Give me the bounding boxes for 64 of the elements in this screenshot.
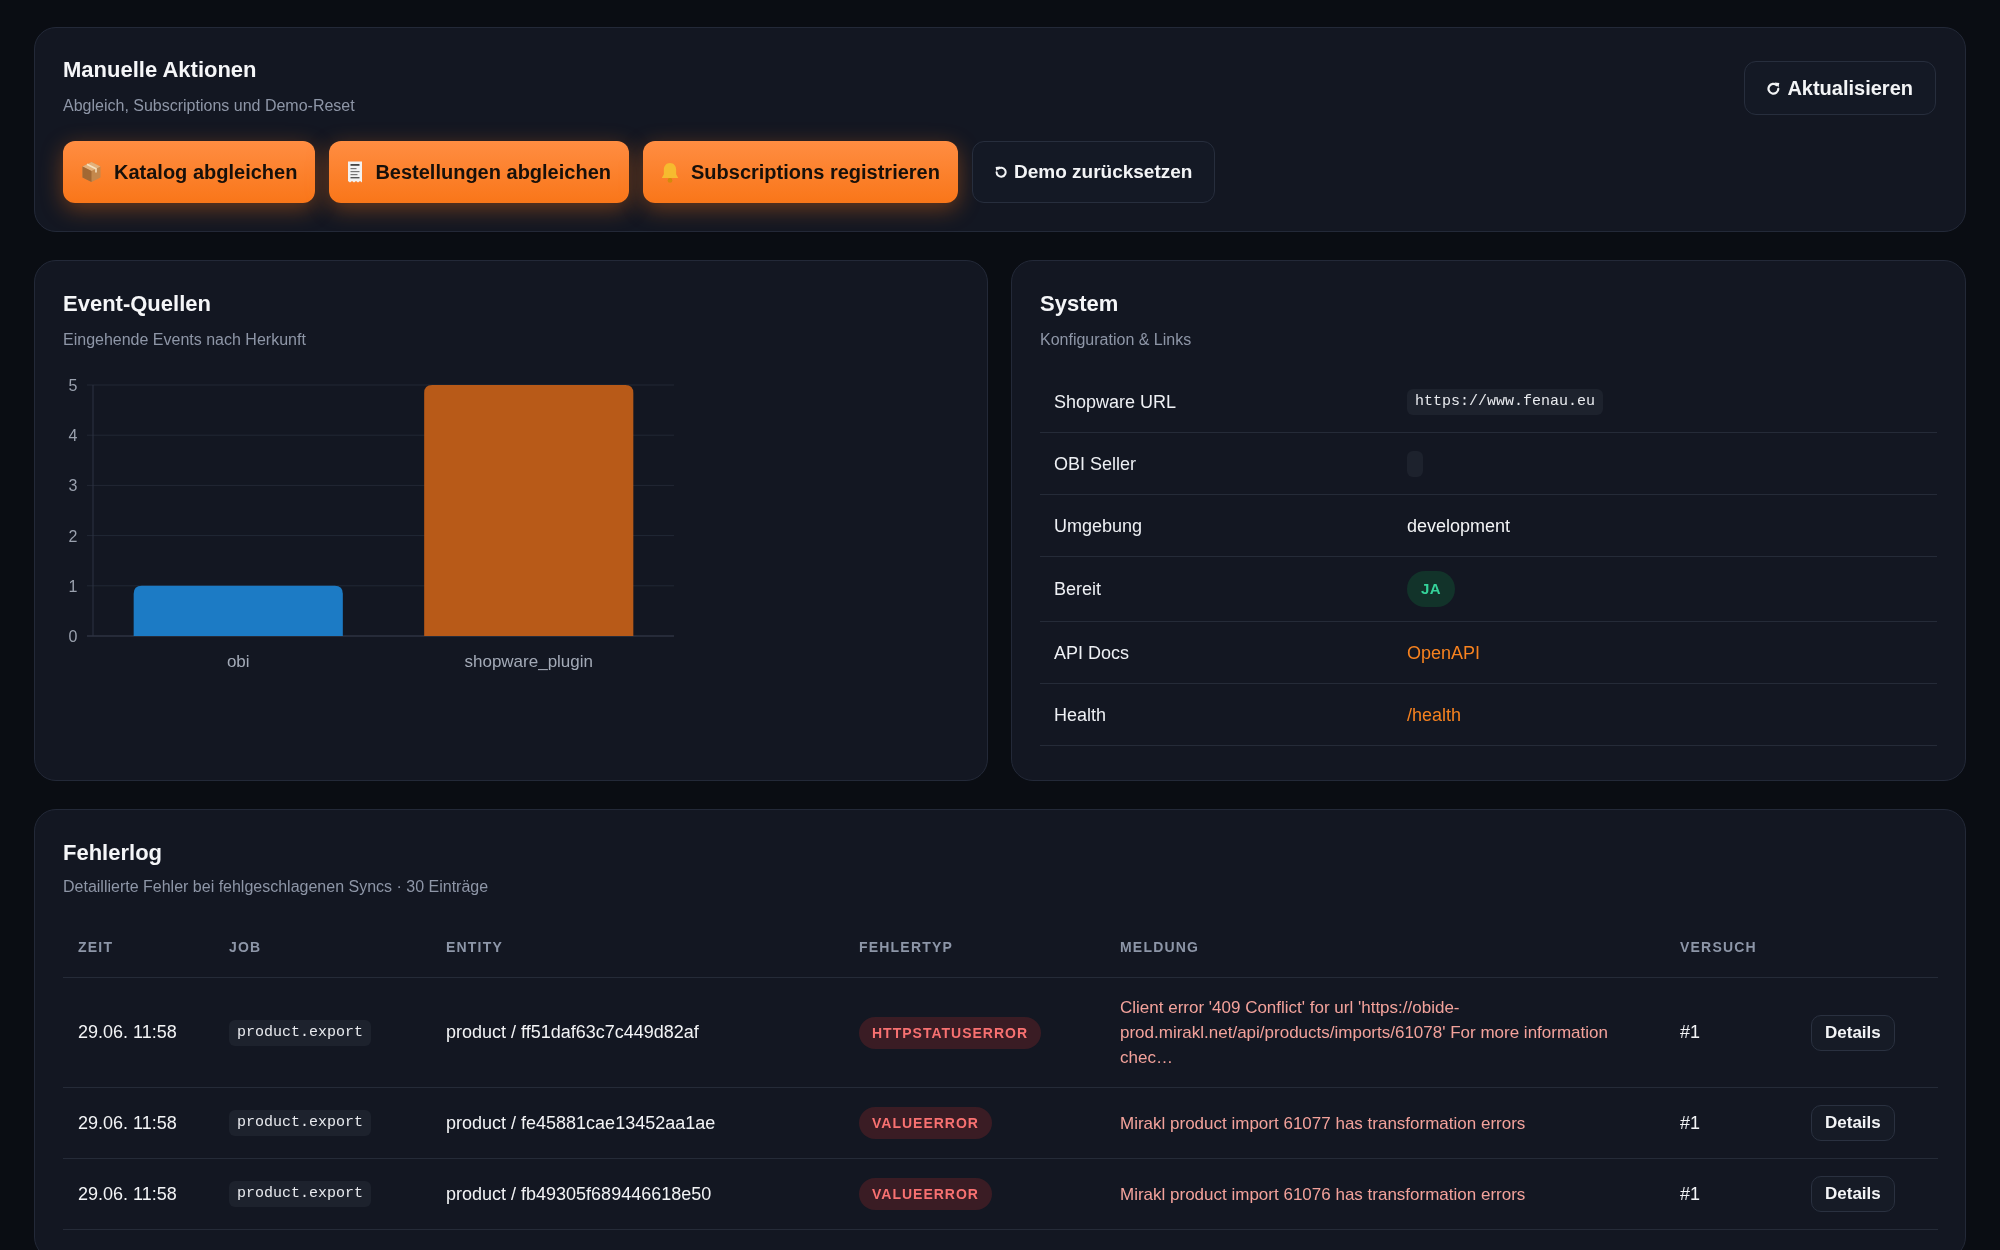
- error-type-badge: VALUEERROR: [859, 1107, 992, 1139]
- field-label: API Docs: [1054, 642, 1130, 663]
- orders-sync-button[interactable]: Bestellungen abgleichen: [329, 141, 629, 203]
- card-subtitle: Abgleich, Subscriptions und Demo-Reset: [63, 96, 355, 116]
- y-tick-label: 2: [68, 527, 78, 545]
- x-axis-label: obi: [226, 652, 250, 671]
- error-message: Client error '409 Conflict' for url 'https://obide-prod.mirakl.net/api/products/imports/61078' For more information chec…: [1120, 997, 1609, 1069]
- y-tick-label: 4: [68, 427, 78, 445]
- x-axis-label: shopware_plugin: [464, 652, 593, 671]
- field-label: Shopware URL: [1054, 391, 1177, 412]
- column-header: JOB: [229, 939, 262, 955]
- column-header: ENTITY: [446, 939, 503, 955]
- timestamp-text: 29.06. 11:58: [78, 1022, 177, 1042]
- y-tick-label: 1: [68, 577, 78, 595]
- demo-reset-button[interactable]: Demo zurücksetzen: [971, 141, 1216, 203]
- box-icon: [81, 161, 102, 183]
- card-subtitle: Detaillierte Fehler bei fehlgeschlagenen Syncs · 30 Einträge: [63, 877, 489, 897]
- refresh-button[interactable]: Aktualisieren: [1744, 61, 1936, 115]
- y-tick-label: 3: [68, 477, 78, 495]
- details-button[interactable]: Details: [1811, 1105, 1895, 1141]
- link[interactable]: /health: [1407, 704, 1462, 725]
- field-value: development: [1407, 515, 1511, 536]
- timestamp-text: 29.06. 11:58: [78, 1183, 177, 1204]
- link[interactable]: OpenAPI: [1407, 642, 1481, 663]
- error-type-badge: HTTPSTATUSERROR: [859, 1016, 1042, 1049]
- column-header: ZEIT: [78, 939, 114, 955]
- card-title: Manuelle Aktionen: [63, 56, 257, 84]
- field-label: OBI Seller: [1054, 453, 1137, 474]
- code-value: https://www.fenau.eu: [1407, 388, 1604, 415]
- job-code: product.export: [229, 1181, 372, 1207]
- entity-text: product / fb49305f689446618e50: [446, 1183, 712, 1204]
- receipt-icon: [347, 161, 364, 183]
- job-code: product.export: [229, 1019, 372, 1046]
- card-subtitle: Konfiguration & Links: [1040, 330, 1192, 350]
- field-label: Umgebung: [1054, 515, 1143, 536]
- column-header: MELDUNG: [1120, 939, 1200, 955]
- timestamp-text: 29.06. 11:58: [78, 1112, 177, 1133]
- card-subtitle: Eingehende Events nach Herkunft: [63, 330, 306, 350]
- error-message: Mirakl product import 61076 has transformation errors: [1120, 1183, 1527, 1206]
- card-title: System: [1040, 290, 1119, 318]
- card-title: Fehlerlog: [63, 839, 162, 867]
- refresh-icon: [1767, 81, 1781, 95]
- status-badge: JA: [1407, 571, 1456, 607]
- entity-text: product / ff51daf63c7c449d82af: [446, 1022, 699, 1042]
- field-label: Bereit: [1054, 579, 1102, 599]
- y-tick-label: 5: [68, 377, 78, 394]
- subscriptions-button[interactable]: Subscriptions registrieren: [643, 141, 958, 203]
- attempt-number: #1: [1680, 1022, 1701, 1042]
- details-button[interactable]: Details: [1811, 1014, 1895, 1051]
- undo-icon: [994, 166, 1007, 178]
- catalog-sync-button[interactable]: Katalog abgleichen: [63, 141, 316, 203]
- y-tick-label: 0: [68, 628, 78, 645]
- column-header: VERSUCH: [1680, 939, 1757, 955]
- card-title: Event-Quellen: [63, 290, 211, 318]
- details-button[interactable]: Details: [1811, 1176, 1895, 1212]
- bell-icon: [661, 161, 679, 183]
- attempt-number: #1: [1680, 1112, 1701, 1133]
- field-label: Health: [1054, 704, 1107, 725]
- entity-text: product / fe45881cae13452aa1ae: [446, 1112, 716, 1133]
- error-message: Mirakl product import 61077 has transformation errors: [1120, 1112, 1527, 1135]
- error-type-badge: VALUEERROR: [859, 1178, 992, 1210]
- column-header: FEHLERTYP: [859, 939, 954, 955]
- attempt-number: #1: [1680, 1183, 1701, 1204]
- job-code: product.export: [229, 1110, 372, 1136]
